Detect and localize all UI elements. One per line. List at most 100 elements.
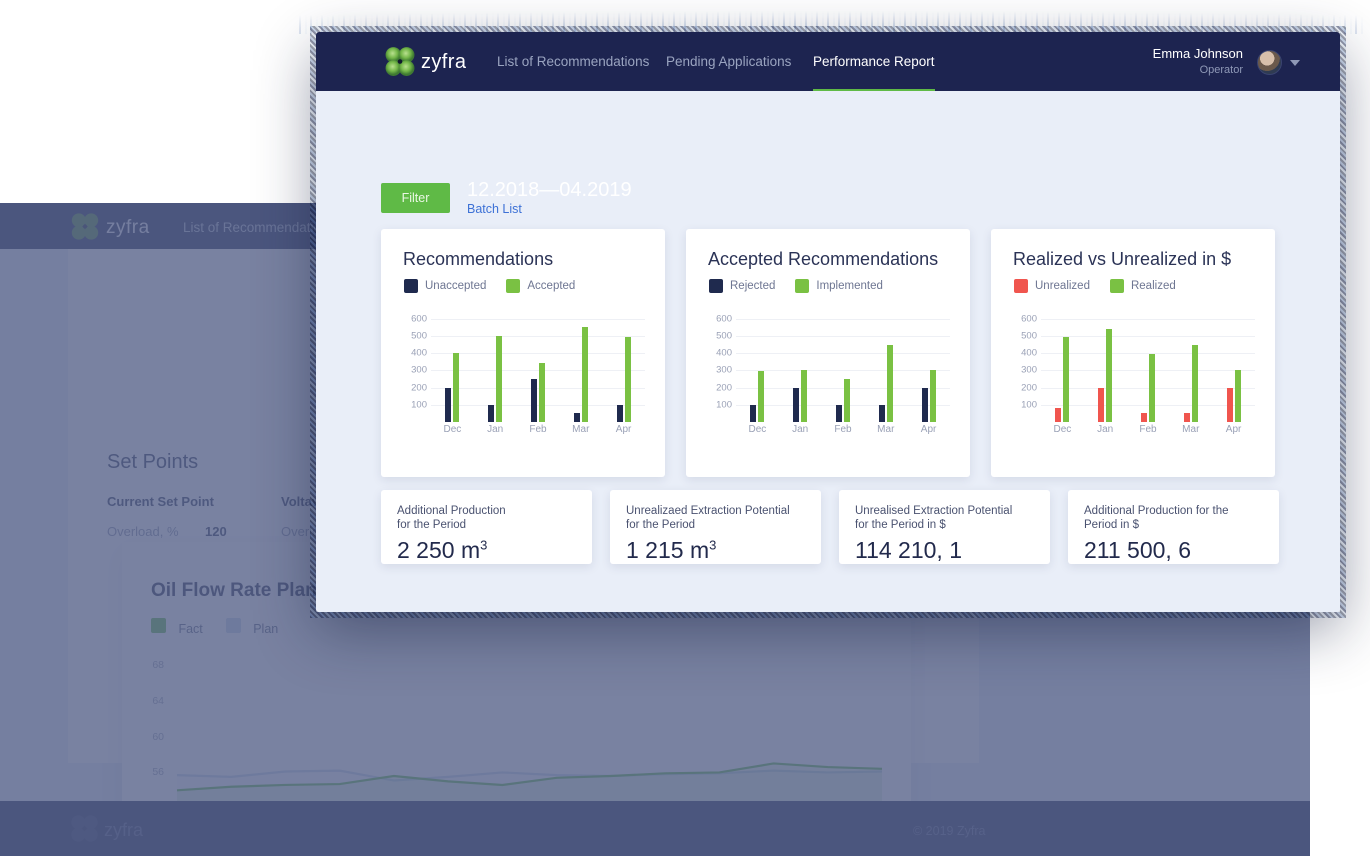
x-axis-labels: Dec Jan Feb Mar Apr (431, 424, 645, 435)
y-tick-label: 600 (716, 313, 732, 325)
legend-item: Unrealized (1014, 279, 1090, 293)
bar (793, 387, 800, 422)
legend-item: Realized (1109, 279, 1176, 293)
bar (530, 379, 537, 422)
chart-plot: 600 500 400 300 200 100 Dec Jan Feb Mar Apr (403, 312, 645, 452)
oil-flow-rate-title: Oil Flow Rate Plan vs (151, 580, 344, 601)
background-brand-text: zyfra (106, 217, 150, 238)
chart-title: Accepted Recommendations (708, 249, 939, 269)
y-tick-label: 200 (1021, 382, 1037, 394)
bar (445, 387, 452, 422)
bar (616, 404, 623, 422)
chart-plot: 600 500 400 300 200 100 Dec Jan Feb Mar Apr (1013, 312, 1255, 452)
bar-group (822, 312, 865, 422)
legend-label: Unaccepted (425, 280, 487, 292)
kpi-value: 2 250 m3 (397, 537, 488, 563)
bar-groups (431, 312, 645, 422)
background-nav-list-of-recommendations[interactable]: List of Recommendations (183, 220, 335, 235)
set-points-title: Set Points (107, 451, 199, 473)
filter-button[interactable]: Filter (381, 183, 450, 213)
bar (1148, 354, 1155, 422)
batch-list-link[interactable]: Batch List (467, 202, 522, 216)
x-tick-label: Dec (1053, 424, 1072, 435)
x-tick-label: Mar (877, 424, 895, 435)
y-axis-labels: 600 500 400 300 200 100 (1013, 312, 1037, 422)
chevron-down-icon[interactable] (1290, 60, 1300, 66)
chart-plot: 600 500 400 300 200 100 Dec Jan Feb Mar Apr (708, 312, 950, 452)
nav-pending-applications[interactable]: Pending Applications (666, 54, 791, 69)
bar-group (864, 312, 907, 422)
kpi-card-3: Unrealised Extraction Potential for the P… (839, 490, 1050, 564)
legend-label: Unrealized (1035, 280, 1090, 292)
charts-row: Recommendations Unaccepted Accepted 600 500 4… (381, 229, 1275, 477)
chart-card-2: Accepted Recommendations Rejected Implemen… (686, 229, 970, 477)
y-tick-label: 100 (1021, 399, 1037, 411)
y-tick-label: 100 (716, 399, 732, 411)
y-tick-label: 400 (1021, 347, 1037, 359)
x-tick-label: Feb (1139, 424, 1157, 435)
bar (878, 404, 885, 422)
bar (1234, 370, 1241, 422)
set-points-row-overload-value: 120 (205, 524, 227, 539)
x-tick-label: Apr (1225, 424, 1242, 435)
y-tick-label: 400 (716, 347, 732, 359)
chart-legend: Unaccepted Accepted (404, 279, 575, 293)
x-tick-label: Jan (1097, 424, 1114, 435)
kpi-label: Unrealizaed Extraction Potential for the … (626, 505, 790, 531)
oil-flow-rate-legend: Fact Plan (151, 618, 278, 638)
y-tick-label: 200 (716, 382, 732, 394)
window-glow-top (296, 0, 1366, 34)
kpi-card-2: Unrealizaed Extraction Potential for the … (610, 490, 821, 564)
y-axis-labels: 600 500 400 300 200 100 (708, 312, 732, 422)
bar (843, 379, 850, 422)
bar (538, 362, 545, 422)
bar (488, 404, 495, 422)
bar-group (431, 312, 474, 422)
bar (1055, 408, 1062, 422)
chart-card-3: Realized vs Unrealized in $ Unrealized Rea… (991, 229, 1275, 477)
legend-item: Accepted (506, 279, 575, 293)
kpi-card-4: Additional Production for the Period in $… (1068, 490, 1279, 564)
bar (573, 412, 580, 422)
legend-label-plan: Plan (253, 622, 279, 636)
kpi-label: Additional Production for the Period in $ (1084, 505, 1229, 531)
kpi-value: 1 215 m3 (626, 537, 717, 563)
bar (1183, 413, 1190, 422)
y-tick-label: 200 (411, 382, 427, 394)
kpi-row: Additional Production for the Period 2 250… (381, 490, 1279, 564)
x-tick-label: Mar (572, 424, 590, 435)
legend-item: Implemented (795, 279, 883, 293)
bar-groups (1041, 312, 1255, 422)
legend-label: Accepted (527, 280, 576, 292)
y-tick-label: 400 (411, 347, 427, 359)
bar (1191, 344, 1198, 422)
bar-group (1041, 312, 1084, 422)
y-tick-label: 300 (716, 364, 732, 376)
y-tick-label: 500 (716, 330, 732, 342)
zyfra-flower-logo-icon[interactable] (383, 45, 417, 78)
legend-item-plan: Plan (225, 618, 279, 638)
footer-copyright: © 2019 Zyfra (913, 824, 986, 838)
legend-item: Rejected (709, 279, 775, 293)
legend-label: Implemented (816, 280, 883, 292)
nav-list-of-recommendations[interactable]: List of Recommendations (497, 54, 649, 69)
period-range: 12.2018—04.2019 (467, 179, 632, 201)
background-footer: zyfra © 2019 Zyfra (0, 801, 1310, 856)
performance-report-window: zyfra List of Recommendations Pending Ap… (316, 32, 1340, 612)
app-header: zyfra List of Recommendations Pending Ap… (316, 32, 1340, 92)
bar (581, 327, 588, 422)
bar-group (1212, 312, 1255, 422)
legend-swatch-plan (225, 618, 241, 633)
set-points-row-overload-label-2: Overlo (281, 524, 320, 539)
bar-group (474, 312, 517, 422)
y-tick-label: 100 (411, 399, 427, 411)
kpi-value: 211 500, 6 (1084, 537, 1192, 563)
legend-label-fact: Fact (178, 622, 203, 636)
chart-legend: Rejected Implemented (709, 279, 883, 293)
user-name: Emma Johnson (1152, 46, 1243, 61)
legend-item: Unaccepted (404, 279, 486, 293)
footer-brand-text: zyfra (104, 820, 144, 840)
avatar[interactable] (1257, 50, 1282, 75)
nav-performance-report[interactable]: Performance Report (813, 54, 935, 92)
chart-title: Recommendations (403, 249, 554, 269)
